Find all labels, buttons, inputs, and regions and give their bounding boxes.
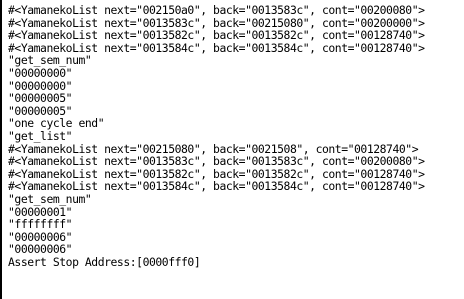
console-lines: #<YamanekoList next="002150a0", back="00…	[2, 0, 464, 268]
console-line: "get_sem_num"	[8, 191, 92, 206]
console-line: "00000000"	[8, 65, 73, 80]
console-line: "ffffffff"	[8, 217, 73, 232]
console-line: #<YamanekoList next="0013582c", back="00…	[8, 28, 425, 43]
console-line: "one cycle end"	[8, 116, 105, 131]
console-line: Assert Stop Address:[0000fff0]	[8, 254, 201, 269]
console-line: "00000005"	[8, 91, 73, 106]
console-line: "get_list"	[8, 128, 73, 143]
console-line: "00000006"	[8, 229, 73, 244]
console-line: "00000006"	[8, 242, 73, 257]
console-line: "00000000"	[8, 78, 73, 93]
console-line: "00000001"	[8, 204, 73, 219]
console-output[interactable]: #<YamanekoList next="002150a0", back="00…	[0, 0, 464, 299]
console-line: #<YamanekoList next="002150a0", back="00…	[8, 3, 425, 17]
console-line: #<YamanekoList next="0013583c", back="00…	[8, 154, 425, 169]
console-line: "get_sem_num"	[8, 53, 92, 68]
